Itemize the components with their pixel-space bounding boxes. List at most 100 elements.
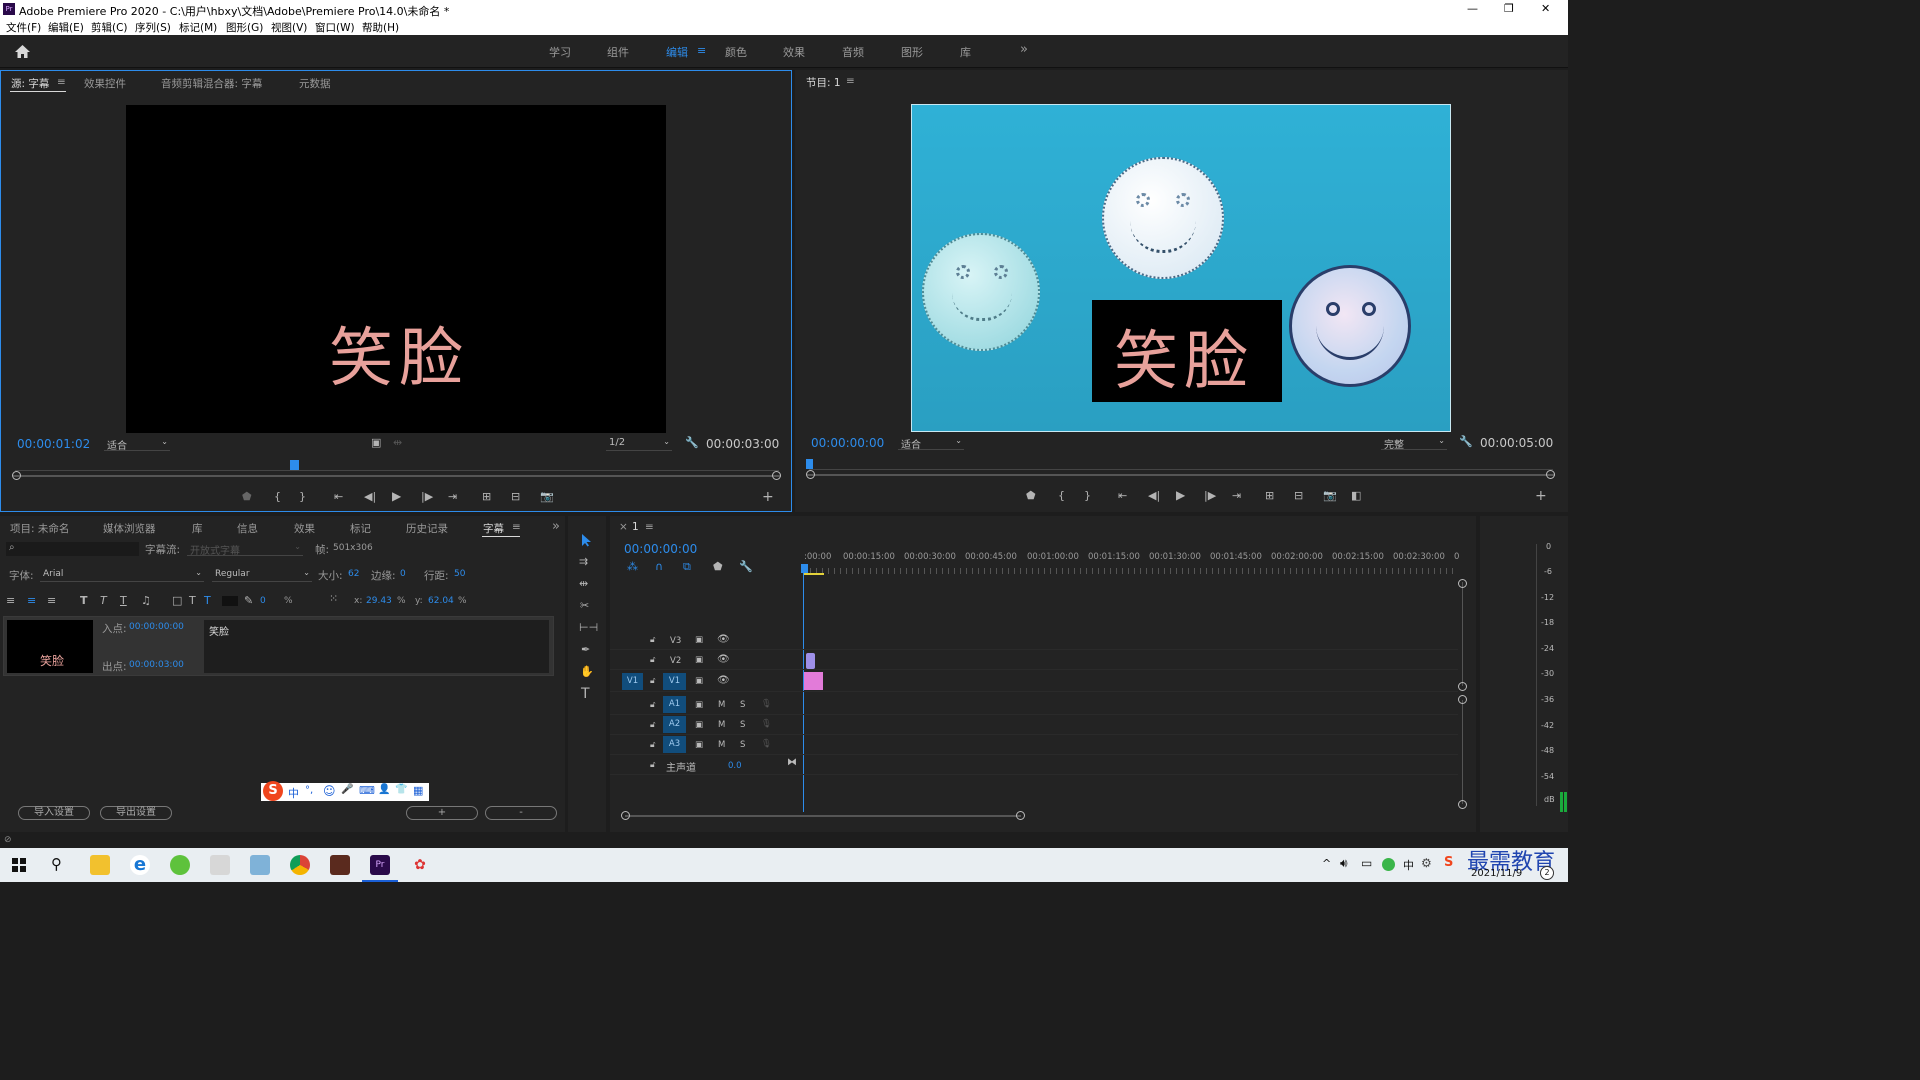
workspace-assembly[interactable]: 组件: [607, 44, 629, 60]
zoom-end-handle[interactable]: [1016, 811, 1025, 820]
camera-icon[interactable]: 📷: [540, 490, 554, 503]
scroll-end-handle[interactable]: [1546, 470, 1555, 479]
clip-v1-media[interactable]: [804, 672, 823, 690]
eye-icon[interactable]: 👁︎: [717, 675, 730, 686]
tab-info[interactable]: 信息: [237, 521, 258, 536]
input-method-indicator[interactable]: 中: [1403, 857, 1414, 873]
linked-selection-icon[interactable]: ⧉: [683, 560, 691, 574]
volume-icon[interactable]: 🔊︎: [1340, 856, 1348, 871]
remove-caption-button[interactable]: -: [485, 806, 557, 820]
source-timecode[interactable]: 00:00:01:02: [17, 437, 90, 451]
go-to-in-icon[interactable]: ⇤: [1118, 489, 1127, 502]
out-point-value[interactable]: 00:00:03:00: [129, 660, 184, 670]
source-playhead[interactable]: [290, 460, 299, 470]
lift-icon[interactable]: ⊞: [1265, 489, 1274, 502]
source-patch-v1[interactable]: V1: [622, 673, 643, 690]
step-back-icon[interactable]: ◀|: [364, 490, 376, 503]
razor-tool-icon[interactable]: ✂: [580, 599, 589, 612]
status-icon[interactable]: ⊘: [4, 835, 12, 845]
timeline-timecode[interactable]: 00:00:00:00: [624, 542, 697, 556]
export-settings-button[interactable]: 导出设置: [100, 806, 172, 820]
menu-graphics[interactable]: 图形(G): [226, 20, 263, 35]
sync-icon[interactable]: ▣: [695, 635, 703, 645]
color-swatch[interactable]: [222, 596, 238, 606]
mic-icon[interactable]: 🎙︎: [761, 739, 772, 749]
ime-skin-icon[interactable]: 👕: [395, 784, 407, 795]
play-icon[interactable]: ▶: [1176, 488, 1185, 502]
ime-keyboard-icon[interactable]: ⌨: [359, 784, 375, 797]
pen-tool-icon[interactable]: ✒: [581, 643, 590, 656]
workspace-graphics[interactable]: 图形: [901, 44, 923, 60]
camera-icon[interactable]: 📷: [1323, 489, 1337, 502]
tab-source[interactable]: 源: 字幕: [11, 76, 49, 91]
caption-entry[interactable]: 笑脸 入点: 00:00:00:00 出点: 00:00:03:00 笑脸: [3, 616, 554, 676]
java-app-icon[interactable]: [210, 855, 230, 875]
sync-icon[interactable]: ▣: [695, 740, 703, 750]
tab-effects[interactable]: 效果: [294, 521, 315, 536]
workspace-color[interactable]: 颜色: [725, 44, 747, 60]
lock-icon[interactable]: 🔓︎: [650, 720, 656, 730]
italic-icon[interactable]: T: [100, 594, 107, 607]
menu-edit[interactable]: 编辑(E): [48, 20, 84, 35]
notification-icon[interactable]: 2: [1540, 866, 1554, 880]
ime-voice-icon[interactable]: 🎤: [341, 784, 353, 795]
mark-in-icon[interactable]: {: [1058, 489, 1065, 502]
notes-app-icon[interactable]: [250, 855, 270, 875]
source-scroll-bar[interactable]: [13, 475, 781, 477]
mute-button[interactable]: M: [718, 720, 725, 730]
panel-menu-icon[interactable]: ≡: [645, 521, 654, 533]
menu-sequence[interactable]: 序列(S): [135, 20, 171, 35]
ime-punctuation-icon[interactable]: °,: [305, 785, 313, 796]
workspace-libraries[interactable]: 库: [960, 44, 971, 60]
maximize-button[interactable]: ❐: [1504, 2, 1514, 15]
program-playhead[interactable]: [806, 459, 813, 469]
track-label-a1[interactable]: A1: [663, 696, 686, 713]
underline-icon[interactable]: T: [120, 594, 127, 607]
settings-wrench-icon[interactable]: 🔧: [739, 560, 753, 573]
ime-toolbar[interactable]: S 中 °, ☺ 🎤 ⌨ 👤 👕 ▦: [261, 781, 429, 801]
tab-libraries[interactable]: 库: [192, 521, 203, 536]
scroll-start-handle[interactable]: [12, 471, 21, 480]
work-area-bar[interactable]: [804, 573, 824, 575]
search-input[interactable]: ⌕: [6, 542, 139, 556]
scroll-end-handle[interactable]: [772, 471, 781, 480]
edge-value[interactable]: 0: [400, 569, 406, 579]
program-fit-dropdown[interactable]: 适合 ⌄: [898, 436, 964, 451]
tray-chevron-icon[interactable]: ^: [1322, 857, 1331, 870]
panel-menu-icon[interactable]: ≡: [57, 76, 66, 88]
network-icon[interactable]: ▭: [1361, 856, 1372, 870]
scroll-handle[interactable]: [1458, 682, 1467, 691]
tab-project[interactable]: 项目: 未命名: [10, 521, 69, 536]
size-value[interactable]: 62: [348, 569, 359, 579]
align-center-icon[interactable]: ≡: [27, 594, 36, 607]
lock-icon[interactable]: 🔓︎: [650, 655, 656, 665]
caption-stream-dropdown[interactable]: 开放式字幕 ⌄: [187, 542, 303, 557]
solo-button[interactable]: S: [740, 740, 745, 750]
ime-emoji-icon[interactable]: ☺: [323, 784, 336, 798]
add-button-icon[interactable]: +: [1535, 488, 1547, 504]
ripple-edit-tool-icon[interactable]: ⇹: [579, 577, 588, 590]
ime-chinese-mode[interactable]: 中: [288, 785, 299, 801]
tab-program[interactable]: 节目: 1: [806, 75, 841, 90]
scroll-handle[interactable]: [1458, 695, 1467, 704]
more-tabs-icon[interactable]: »: [552, 519, 560, 534]
premiere-taskbar-icon[interactable]: Pr: [370, 855, 390, 875]
lock-icon[interactable]: 🔓︎: [650, 700, 656, 710]
align-right-icon[interactable]: ≡: [47, 594, 56, 607]
add-marker-icon[interactable]: ⬟: [242, 490, 252, 503]
menu-clip[interactable]: 剪辑(C): [91, 20, 128, 35]
bold-icon[interactable]: T: [80, 594, 88, 607]
mic-icon[interactable]: 🎙︎: [761, 719, 772, 729]
go-to-out-icon[interactable]: ⇥: [1232, 489, 1241, 502]
workspace-learn[interactable]: 学习: [549, 44, 571, 60]
mark-out-icon[interactable]: }: [1084, 489, 1091, 502]
edge-color-icon[interactable]: T: [204, 594, 211, 607]
sync-icon[interactable]: ▣: [695, 720, 703, 730]
lock-icon[interactable]: 🔓︎: [650, 635, 656, 645]
tab-captions[interactable]: 字幕: [483, 521, 504, 536]
nest-toggle-icon[interactable]: ⁂: [627, 560, 638, 573]
add-caption-button[interactable]: +: [406, 806, 478, 820]
selection-tool-icon[interactable]: [581, 533, 593, 547]
tab-sequence[interactable]: 1: [632, 521, 639, 533]
track-label-v3[interactable]: V3: [670, 636, 681, 646]
